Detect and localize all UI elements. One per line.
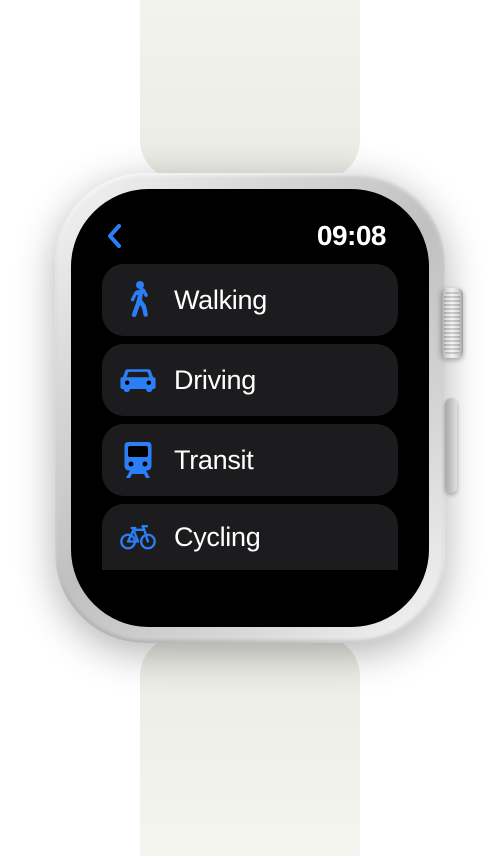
screen: 09:08 Walking: [84, 202, 416, 614]
list-item-cycling[interactable]: Cycling: [102, 504, 398, 570]
car-icon: [120, 362, 156, 398]
side-button[interactable]: [445, 398, 457, 493]
transport-mode-list: Walking Driving: [102, 264, 398, 570]
list-item-label: Cycling: [174, 522, 260, 553]
list-item-label: Transit: [174, 445, 253, 476]
walking-icon: [120, 282, 156, 318]
watch-case: 09:08 Walking: [55, 173, 445, 643]
chevron-left-icon: [106, 223, 122, 249]
status-bar: 09:08: [102, 216, 398, 256]
list-item-label: Driving: [174, 365, 256, 396]
watch-band-bottom: [140, 636, 360, 856]
digital-crown[interactable]: [441, 288, 463, 358]
bicycle-icon: [120, 519, 156, 555]
screen-bezel: 09:08 Walking: [71, 189, 429, 627]
list-item-transit[interactable]: Transit: [102, 424, 398, 496]
list-item-driving[interactable]: Driving: [102, 344, 398, 416]
back-button[interactable]: [106, 221, 136, 251]
time-label: 09:08: [317, 220, 386, 252]
watch-band-top: [140, 0, 360, 180]
list-item-walking[interactable]: Walking: [102, 264, 398, 336]
list-item-label: Walking: [174, 285, 267, 316]
train-icon: [120, 442, 156, 478]
